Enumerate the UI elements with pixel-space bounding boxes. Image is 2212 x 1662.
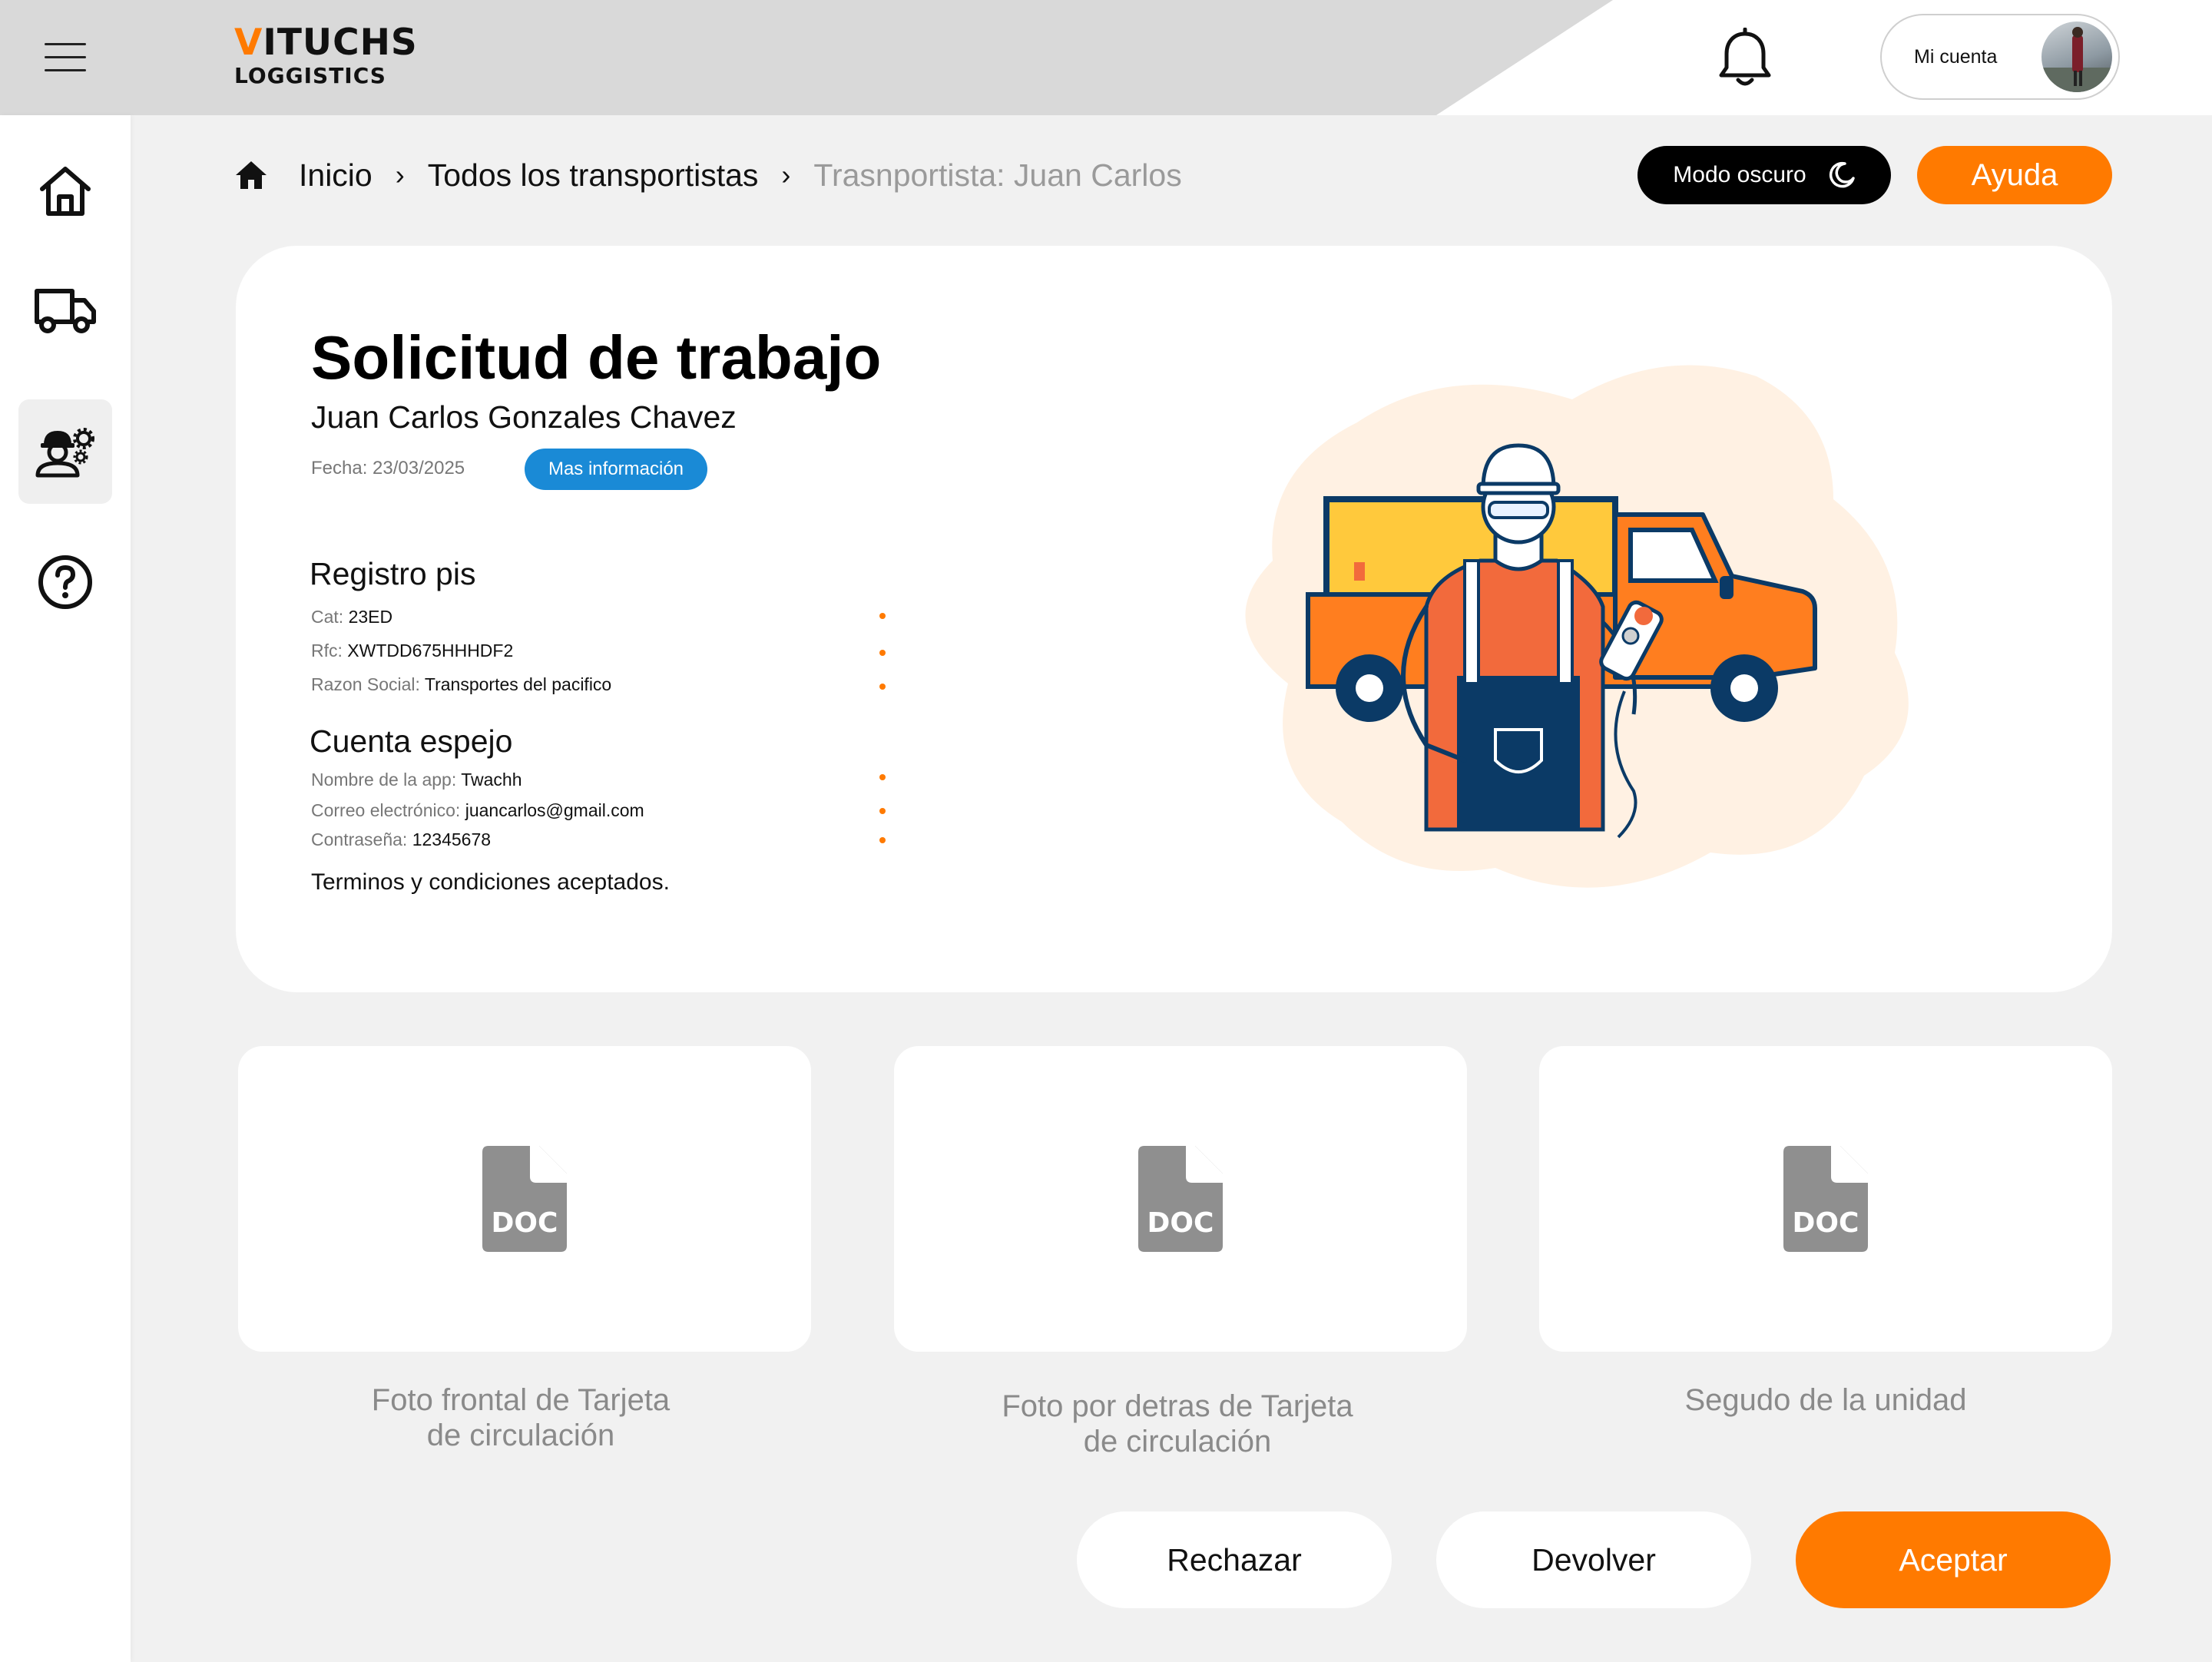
page-title: Solicitud de trabajo: [311, 323, 882, 392]
status-dot: [879, 684, 886, 690]
field-password: Contraseña: 12345678: [311, 829, 492, 849]
svg-text:DOC: DOC: [1147, 1207, 1214, 1239]
account-label: Mi cuenta: [1914, 45, 1998, 68]
truck-worker-illustration: [1245, 365, 1909, 888]
section-title-cuenta: Cuenta espejo: [310, 723, 513, 759]
bell-icon[interactable]: [1717, 28, 1773, 89]
status-dot: [879, 774, 886, 780]
document-card-back[interactable]: DOC: [894, 1046, 1467, 1352]
logo-wordmark: VITUCHS: [234, 22, 418, 64]
request-card: Solicitud de trabajo Juan Carlos Gonzale…: [236, 246, 2112, 992]
request-date: Fecha: 23/03/2025: [311, 458, 465, 478]
help-circle-icon: [38, 555, 92, 609]
home-icon[interactable]: [234, 158, 268, 192]
menu-icon[interactable]: [45, 43, 86, 72]
breadcrumb-carriers[interactable]: Todos los transportistas: [428, 157, 759, 194]
more-info-button[interactable]: Mas información: [525, 449, 707, 490]
accept-button[interactable]: Aceptar: [1796, 1511, 2111, 1608]
section-title-registro: Registro pis: [310, 556, 476, 591]
status-dot: [879, 650, 886, 656]
return-button[interactable]: Devolver: [1436, 1511, 1751, 1608]
field-rfc: Rfc: XWTDD675HHHDF2: [311, 641, 514, 660]
dark-mode-button[interactable]: Modo oscuro: [1637, 146, 1891, 204]
reject-button[interactable]: Rechazar: [1077, 1511, 1392, 1608]
sidebar-item-trucks[interactable]: [18, 258, 112, 363]
top-bar: VITUCHS LOGGISTICS Mi cuenta: [0, 0, 2212, 115]
sidebar-item-home[interactable]: [18, 138, 112, 243]
document-caption-insurance: Segudo de la unidad: [1684, 1383, 1967, 1417]
document-caption-back: Foto por detras de Tarjeta de circulació…: [1002, 1389, 1353, 1458]
truck-icon: [35, 289, 96, 333]
status-dot: [879, 837, 886, 843]
doc-file-icon: DOC: [482, 1146, 567, 1252]
breadcrumb: Inicio › Todos los transportistas › Tras…: [234, 154, 1182, 197]
home-icon: [40, 167, 91, 216]
logo[interactable]: VITUCHS LOGGISTICS: [234, 23, 418, 88]
document-card-front[interactable]: DOC: [238, 1046, 811, 1352]
status-dot: [879, 808, 886, 814]
logo-subtitle: LOGGISTICS: [234, 63, 386, 88]
chevron-right-icon: ›: [781, 159, 791, 190]
worker-gear-icon: [35, 428, 94, 478]
doc-file-icon: DOC: [1138, 1146, 1223, 1252]
sidebar-item-workers[interactable]: [18, 399, 112, 504]
field-razon-social: Razon Social: Transportes del pacifico: [311, 674, 612, 694]
status-dot: [879, 613, 886, 619]
dark-mode-label: Modo oscuro: [1673, 162, 1806, 187]
avatar: [2041, 22, 2112, 92]
svg-text:DOC: DOC: [1793, 1207, 1859, 1239]
terms-status: Terminos y condiciones aceptados.: [311, 869, 670, 895]
applicant-name: Juan Carlos Gonzales Chavez: [311, 399, 737, 435]
account-button[interactable]: Mi cuenta: [1880, 14, 2120, 100]
svg-text:DOC: DOC: [492, 1207, 558, 1239]
field-email: Correo electrónico: juancarlos@gmail.com: [311, 800, 644, 820]
field-cat: Cat: 23ED: [311, 607, 393, 627]
help-button[interactable]: Ayuda: [1917, 146, 2112, 204]
chevron-right-icon: ›: [395, 159, 405, 190]
breadcrumb-current: Trasnportista: Juan Carlos: [813, 157, 1182, 193]
field-app-name: Nombre de la app: Twachh: [311, 770, 522, 790]
moon-icon: [1829, 161, 1855, 188]
sidebar-item-help[interactable]: [18, 530, 112, 634]
document-card-insurance[interactable]: DOC: [1539, 1046, 2112, 1352]
sidebar: [0, 115, 131, 1662]
doc-file-icon: DOC: [1783, 1146, 1868, 1252]
document-caption-front: Foto frontal de Tarjeta de circulación: [371, 1383, 671, 1452]
breadcrumb-home[interactable]: Inicio: [299, 157, 373, 194]
